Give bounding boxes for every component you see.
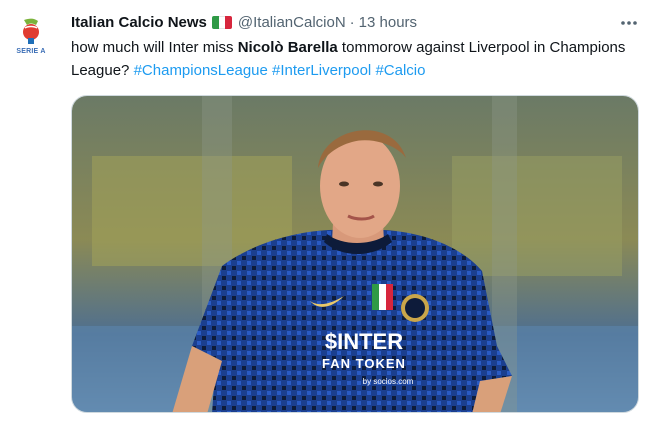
sponsor-text-small: by socios.com	[363, 377, 414, 386]
hashtag-link[interactable]: #Calcio	[375, 62, 425, 79]
avatar-label: SERIE A	[16, 48, 46, 55]
serie-a-logo	[23, 18, 39, 44]
tweet-header: Italian Calcio News @ItalianCalcioN · 13…	[71, 12, 417, 32]
more-options-button[interactable]	[615, 12, 643, 34]
tweet-photo[interactable]: $INTER FAN TOKEN by socios.com	[71, 95, 639, 413]
more-horizontal-icon	[621, 21, 637, 25]
tweet[interactable]: SERIE A Italian Calcio News @ItalianCalc…	[0, 0, 656, 422]
avatar[interactable]: SERIE A	[14, 16, 48, 56]
hashtag-link[interactable]: #ChampionsLeague	[134, 62, 268, 79]
sponsor-text-main: $INTER	[325, 329, 403, 354]
separator-dot: ·	[349, 13, 355, 31]
italy-flag-icon	[211, 15, 232, 29]
tweet-text-bold: Nicolò Barella	[237, 39, 338, 56]
user-handle[interactable]: @ItalianCalcioN	[238, 14, 346, 31]
tweet-text: how much will Inter miss Nicolò Barella …	[71, 36, 641, 82]
timestamp[interactable]: 13 hours	[359, 14, 417, 31]
hashtag-link[interactable]: #InterLiverpool	[272, 62, 371, 79]
display-name[interactable]: Italian Calcio News	[71, 14, 207, 31]
photo-illustration: $INTER FAN TOKEN by socios.com	[72, 96, 638, 412]
tweet-text-part: how much will Inter miss	[71, 39, 238, 56]
sponsor-text-sub: FAN TOKEN	[322, 356, 406, 371]
